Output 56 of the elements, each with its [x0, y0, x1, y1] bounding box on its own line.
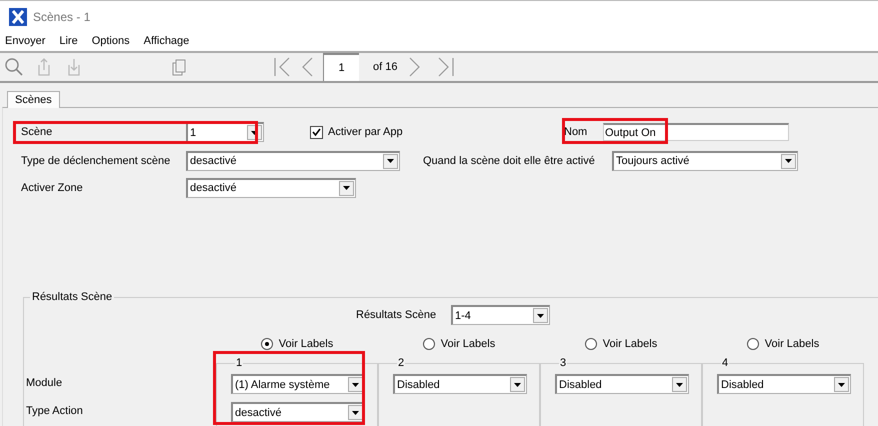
module-dropdown[interactable]: Disabled — [717, 374, 851, 394]
field-label: Nom — [564, 126, 588, 138]
caret-icon — [352, 382, 359, 386]
menu-item[interactable]: Options — [92, 35, 130, 47]
action-dropdown[interactable]: desactivé — [231, 402, 365, 422]
caret-icon — [352, 410, 359, 414]
group-number: 1 — [235, 357, 244, 369]
upload-icon[interactable] — [36, 57, 52, 77]
checkbox[interactable] — [310, 126, 323, 138]
copy-icon[interactable] — [171, 57, 187, 77]
module-dropdown[interactable]: Disabled — [555, 374, 689, 394]
field-label: Scène — [21, 126, 54, 138]
group-number: 2 — [397, 357, 406, 369]
caret-icon — [838, 382, 845, 386]
caret-icon — [537, 314, 544, 318]
group-title: Résultats Scène — [31, 291, 114, 303]
caret-icon — [514, 382, 521, 386]
tab[interactable]: Scènes — [7, 91, 60, 108]
field-label: Type de déclenchement scène — [21, 154, 172, 166]
activation-dropdown[interactable]: Toujours activé — [612, 150, 798, 170]
row-label: Type Action — [25, 405, 84, 419]
caret-icon — [343, 186, 350, 190]
name-field[interactable]: Output On — [603, 123, 789, 141]
window-title: Scènes - 1 — [33, 10, 90, 24]
field-label: Quand la scène doit elle être activé — [423, 154, 596, 166]
app-logo-icon — [9, 8, 27, 26]
page-field[interactable]: 1 — [323, 53, 359, 81]
caret-icon — [251, 130, 258, 134]
menu-item[interactable]: Affichage — [144, 35, 190, 47]
module-dropdown[interactable]: (1) Alarme système — [231, 374, 365, 394]
group-number: 4 — [721, 357, 730, 369]
radio-button[interactable] — [584, 338, 597, 350]
radio-label: Voir Labels — [602, 338, 658, 350]
trigger-type-dropdown[interactable]: desactivé — [186, 150, 400, 170]
field-label: Activer Zone — [21, 182, 84, 194]
search-icon[interactable] — [4, 57, 24, 77]
module-dropdown[interactable]: Disabled — [393, 374, 527, 394]
radio-button[interactable] — [746, 338, 759, 350]
caret-icon — [785, 159, 792, 163]
download-icon[interactable] — [66, 57, 82, 77]
radio-label: Voir Labels — [278, 338, 334, 350]
group-number: 3 — [559, 357, 568, 369]
radio-button[interactable] — [260, 338, 273, 350]
field-label: Résultats Scène — [356, 309, 438, 321]
menu-item[interactable]: Lire — [59, 35, 78, 47]
zone-dropdown[interactable]: desactivé — [186, 178, 356, 198]
page-count: of 16 — [373, 61, 398, 73]
checkbox-label: Activer par App — [328, 126, 404, 138]
radio-label: Voir Labels — [440, 338, 496, 350]
radio-label: Voir Labels — [764, 338, 820, 350]
radio-button[interactable] — [422, 338, 435, 350]
caret-icon — [387, 159, 394, 163]
menu-item[interactable]: Envoyer — [5, 35, 46, 47]
row-label: Module — [25, 377, 64, 391]
results-range-dropdown[interactable]: 1-4 — [451, 305, 550, 325]
caret-icon — [676, 382, 683, 386]
